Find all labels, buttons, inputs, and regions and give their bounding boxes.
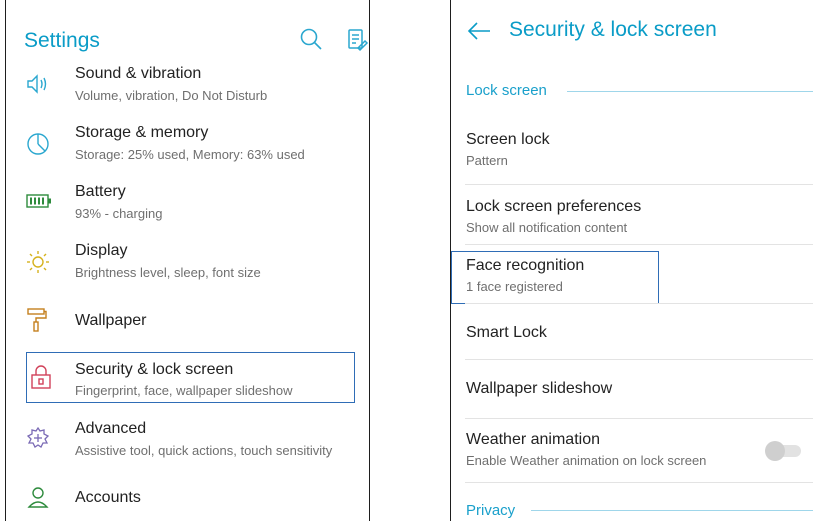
section-header-privacy: Privacy — [466, 502, 516, 519]
divider — [465, 482, 813, 483]
item-subtitle: Volume, vibration, Do Not Disturb — [75, 88, 268, 103]
divider — [465, 359, 813, 360]
item-subtitle: Storage: 25% used, Memory: 63% used — [75, 147, 305, 162]
divider — [465, 184, 813, 185]
item-title: Lock screen preferences — [466, 198, 642, 215]
item-title: Sound & vibration — [75, 65, 202, 82]
item-subtitle: Fingerprint, face, wallpaper slideshow — [75, 383, 293, 398]
item-title: Weather animation — [466, 431, 600, 448]
item-title: Wallpaper — [75, 312, 147, 329]
security-panel: Security & lock screen Lock screen Scree… — [450, 0, 813, 521]
person-icon — [27, 486, 49, 510]
edit-list-icon[interactable] — [347, 28, 369, 52]
storage-icon — [26, 132, 50, 156]
item-title: Battery — [75, 183, 126, 200]
item-title: Accounts — [75, 489, 141, 506]
toggle-knob — [765, 441, 785, 461]
volume-icon — [26, 73, 50, 95]
item-subtitle: Enable Weather animation on lock screen — [466, 453, 707, 468]
item-subtitle: Pattern — [466, 153, 508, 168]
item-title: Storage & memory — [75, 124, 209, 141]
item-title: Security & lock screen — [75, 361, 234, 378]
page-title: Security & lock screen — [509, 18, 717, 41]
search-icon[interactable] — [299, 27, 323, 51]
battery-icon — [26, 194, 52, 208]
item-subtitle: Brightness level, sleep, font size — [75, 265, 261, 280]
settings-panel: Settings Sound & vibration Volume, vibra… — [5, 0, 370, 521]
divider — [465, 244, 813, 245]
weather-animation-toggle[interactable] — [763, 440, 805, 462]
divider — [465, 303, 813, 304]
item-title: Face recognition — [466, 257, 585, 274]
item-subtitle: 1 face registered — [466, 279, 563, 294]
section-divider — [531, 510, 813, 511]
section-header-lock-screen: Lock screen — [466, 82, 547, 99]
back-arrow-icon[interactable] — [467, 20, 491, 42]
wallpaper-roller-icon — [26, 307, 48, 333]
item-title: Advanced — [75, 420, 147, 437]
item-subtitle: Show all notification content — [466, 220, 628, 235]
settings-title: Settings — [24, 29, 100, 52]
display-icon — [26, 250, 50, 274]
item-title: Display — [75, 242, 128, 259]
section-divider — [567, 91, 813, 92]
item-subtitle: Assistive tool, quick actions, touch sen… — [75, 443, 333, 458]
advanced-gear-plus-icon — [26, 426, 50, 450]
item-title: Smart Lock — [466, 324, 547, 341]
item-title: Wallpaper slideshow — [466, 380, 613, 397]
item-subtitle: 93% - charging — [75, 206, 163, 221]
divider — [465, 418, 813, 419]
lock-icon — [30, 364, 52, 390]
item-title: Screen lock — [466, 131, 550, 148]
